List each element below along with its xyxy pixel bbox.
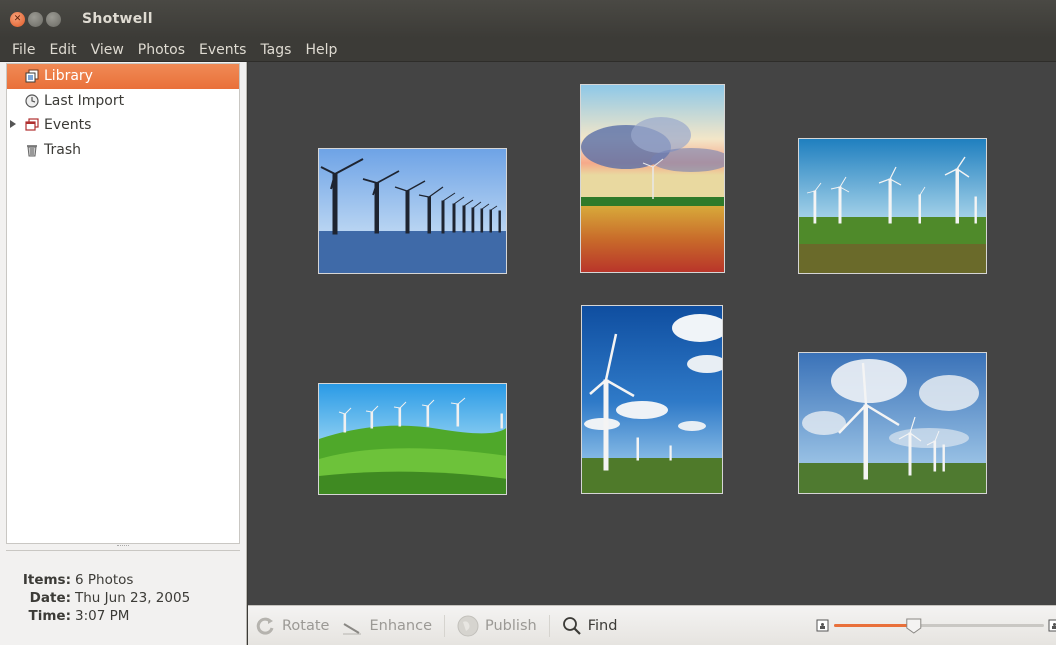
info-date-row: Date: Thu Jun 23, 2005 <box>16 589 240 607</box>
menu-help[interactable]: Help <box>297 42 343 58</box>
menu-edit[interactable]: Edit <box>41 42 82 58</box>
menu-events[interactable]: Events <box>191 42 252 58</box>
photo-thumbnail[interactable] <box>318 383 507 495</box>
expander-arrow-icon[interactable] <box>10 120 16 128</box>
zoom-out-icon[interactable] <box>816 619 829 632</box>
enhance-label: Enhance <box>369 617 432 634</box>
info-date-label: Date: <box>29 590 71 606</box>
trash-icon <box>25 143 39 157</box>
photo-thumbnail[interactable] <box>581 305 723 494</box>
search-icon <box>562 616 582 636</box>
zoom-control <box>816 617 1056 635</box>
bottom-toolbar: Rotate Enhance Publish Find <box>248 605 1056 645</box>
find-label: Find <box>587 617 618 634</box>
sidebar-item-events[interactable]: Events <box>7 113 239 138</box>
pane-resize-handle[interactable] <box>117 545 129 548</box>
photo-thumbnail[interactable] <box>798 138 987 274</box>
info-items-label: Items: <box>22 572 71 588</box>
zoom-slider-handle[interactable] <box>906 618 922 634</box>
find-button[interactable]: Find <box>562 616 618 636</box>
sidebar: Library Last Import Events Trash Items: … <box>0 62 247 645</box>
library-icon <box>25 69 39 83</box>
title-bar: ✕ Shotwell <box>0 0 1056 38</box>
info-time-row: Time: 3:07 PM <box>16 607 240 625</box>
zoom-slider-fill <box>834 624 914 627</box>
rotate-label: Rotate <box>282 617 330 634</box>
close-window-button[interactable]: ✕ <box>10 11 25 27</box>
photo-thumbnail[interactable] <box>318 148 507 274</box>
info-time-label: Time: <box>28 608 71 624</box>
photo-thumbnail[interactable] <box>580 84 725 273</box>
sidebar-item-label: Last Import <box>44 92 125 109</box>
publish-label: Publish <box>485 617 537 634</box>
magic-wand-icon <box>341 616 363 636</box>
info-date-value: Thu Jun 23, 2005 <box>75 590 191 606</box>
menu-bar: File Edit View Photos Events Tags Help <box>0 38 1056 62</box>
sidebar-item-last-import[interactable]: Last Import <box>7 89 239 114</box>
minimize-window-button[interactable] <box>28 11 43 27</box>
toolbar-separator <box>444 614 445 637</box>
photo-info-panel: Items: 6 Photos Date: Thu Jun 23, 2005 T… <box>6 550 240 645</box>
menu-photos[interactable]: Photos <box>130 42 191 58</box>
sidebar-item-label: Events <box>44 117 92 134</box>
sidebar-item-label: Trash <box>44 141 81 158</box>
menu-tags[interactable]: Tags <box>252 42 297 58</box>
events-icon <box>25 118 39 132</box>
sidebar-item-library[interactable]: Library <box>7 64 239 89</box>
sidebar-item-trash[interactable]: Trash <box>7 138 239 163</box>
clock-icon <box>25 94 39 108</box>
toolbar-separator <box>548 614 550 637</box>
sidebar-item-label: Library <box>44 68 93 85</box>
window-title: Shotwell <box>82 11 153 27</box>
menu-file[interactable]: File <box>4 42 41 58</box>
maximize-window-button[interactable] <box>46 11 61 27</box>
photo-grid <box>248 62 1056 605</box>
enhance-button[interactable]: Enhance <box>341 616 432 636</box>
info-time-value: 3:07 PM <box>75 608 130 624</box>
info-items-row: Items: 6 Photos <box>16 571 240 589</box>
photo-thumbnail[interactable] <box>798 352 987 494</box>
sidebar-tree: Library Last Import Events Trash <box>6 63 240 544</box>
publish-button[interactable]: Publish <box>457 615 537 637</box>
info-items-value: 6 Photos <box>75 572 134 588</box>
rotate-icon <box>256 616 276 636</box>
menu-view[interactable]: View <box>83 42 130 58</box>
rotate-button[interactable]: Rotate <box>256 616 329 636</box>
zoom-in-icon[interactable] <box>1048 619 1056 632</box>
globe-icon <box>457 615 479 637</box>
